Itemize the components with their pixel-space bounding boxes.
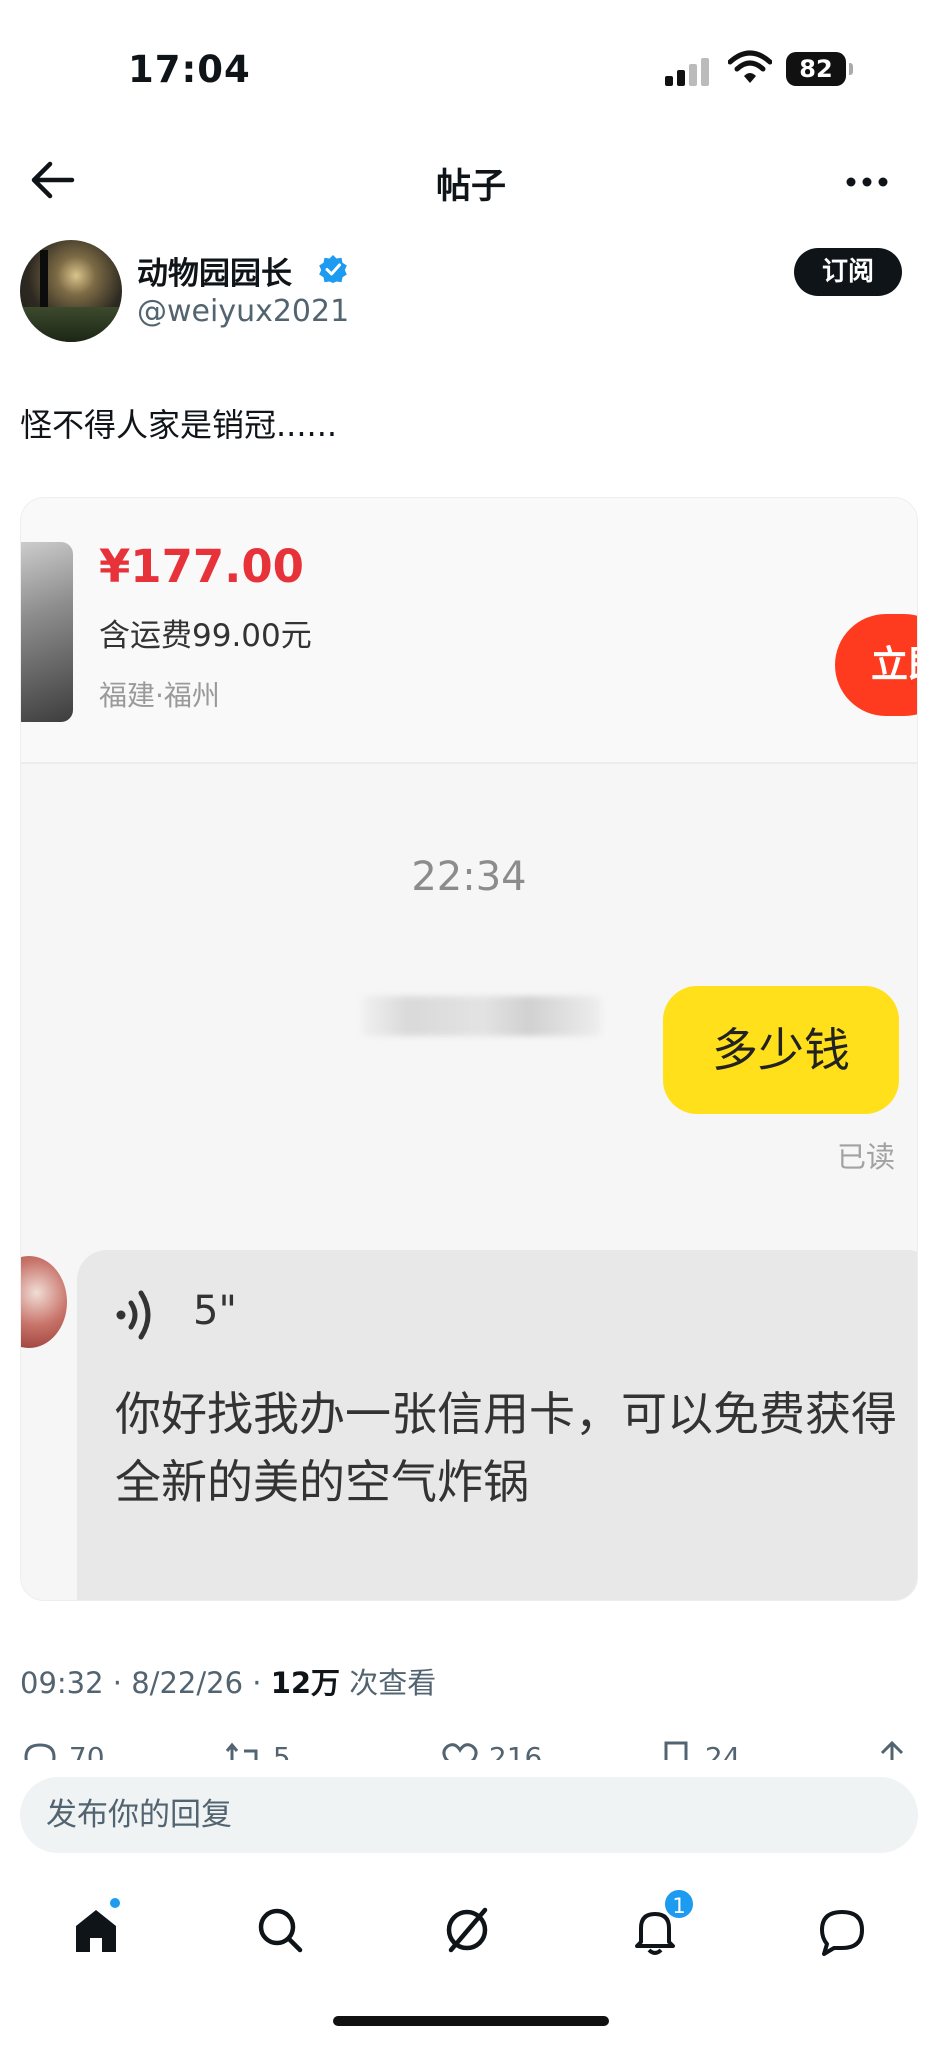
action-row: 70 5 216 24 <box>0 1738 942 1760</box>
reply-icon <box>24 1743 56 1760</box>
notification-badge: 1 <box>663 1888 695 1920</box>
share-action[interactable] <box>872 1738 912 1760</box>
author-name[interactable]: 动物园园长 <box>137 248 292 293</box>
blurred-sender-name <box>361 996 601 1036</box>
repost-icon <box>225 1742 258 1760</box>
voice-duration: 5" <box>193 1288 237 1334</box>
product-card: ¥177.00 含运费99.00元 福建·福州 立即 <box>21 498 917 764</box>
voice-transcript: 你好找我办一张信用卡，可以免费获得全新的美的空气炸锅 <box>115 1387 897 1509</box>
grok-icon <box>446 1907 488 1953</box>
post-date: 8/22/26 <box>131 1666 244 1700</box>
nav-messages[interactable] <box>812 1900 872 1960</box>
home-indicator <box>333 2016 609 2026</box>
author-avatar[interactable] <box>20 240 122 342</box>
home-unread-dot <box>110 1898 120 1908</box>
verified-badge-icon <box>319 255 347 283</box>
subscribe-button[interactable]: 订阅 <box>794 248 902 296</box>
cellular-signal-icon <box>665 56 711 86</box>
view-label: 次查看 <box>349 1666 437 1700</box>
product-price: ¥177.00 <box>99 540 304 593</box>
bottom-nav: 1 <box>0 1860 942 2048</box>
sender-avatar <box>21 1256 67 1348</box>
nav-grok[interactable] <box>437 1900 497 1960</box>
post-meta: 09:32 · 8/22/26 · 12万 次查看 <box>20 1666 437 1700</box>
repost-action[interactable]: 5 <box>224 1738 291 1760</box>
chat-bubble-icon <box>820 1910 864 1956</box>
view-count: 12万 <box>270 1666 341 1700</box>
page-title: 帖子 <box>435 167 506 207</box>
chat-timestamp: 22:34 <box>411 854 527 900</box>
home-icon <box>76 1910 116 1952</box>
nav-search[interactable] <box>250 1900 310 1960</box>
bookmark-action[interactable]: 24 <box>656 1738 741 1760</box>
header: 帖子 <box>0 140 942 220</box>
post-image[interactable]: ¥177.00 含运费99.00元 福建·福州 立即 22:34 多少钱 已读 … <box>20 497 918 1601</box>
repost-count: 5 <box>272 1741 291 1760</box>
wifi-icon <box>728 50 772 83</box>
battery-indicator: 82 <box>786 52 853 86</box>
like-icon <box>442 1743 478 1760</box>
reply-input[interactable] <box>20 1777 918 1853</box>
like-count: 216 <box>488 1741 543 1760</box>
more-options-icon[interactable] <box>842 162 892 202</box>
post-time: 09:32 <box>20 1666 104 1700</box>
reply-count: 70 <box>68 1741 105 1760</box>
buy-now-button: 立即 <box>835 614 917 716</box>
voice-wave-icon <box>116 1290 151 1340</box>
nav-home[interactable] <box>66 1898 126 1960</box>
product-thumbnail <box>21 542 73 722</box>
product-shipping: 含运费99.00元 <box>99 618 312 654</box>
nav-notifications[interactable]: 1 <box>625 1888 695 1960</box>
status-time: 17:04 <box>128 48 251 91</box>
reply-bar <box>0 1760 942 1860</box>
author-handle[interactable]: @weiyux2021 <box>137 294 349 329</box>
status-bar: 17:04 82 <box>0 0 942 130</box>
share-icon <box>880 1740 904 1760</box>
read-status: 已读 <box>836 1140 895 1174</box>
post-text: 怪不得人家是销冠...... <box>20 406 338 444</box>
bookmark-icon <box>664 1741 688 1760</box>
product-location: 福建·福州 <box>99 679 220 712</box>
like-action[interactable]: 216 <box>440 1738 542 1760</box>
search-icon <box>258 1908 303 1953</box>
my-message-bubble: 多少钱 <box>663 986 899 1114</box>
reply-action[interactable]: 70 <box>20 1738 105 1760</box>
bookmark-count: 24 <box>704 1741 741 1760</box>
